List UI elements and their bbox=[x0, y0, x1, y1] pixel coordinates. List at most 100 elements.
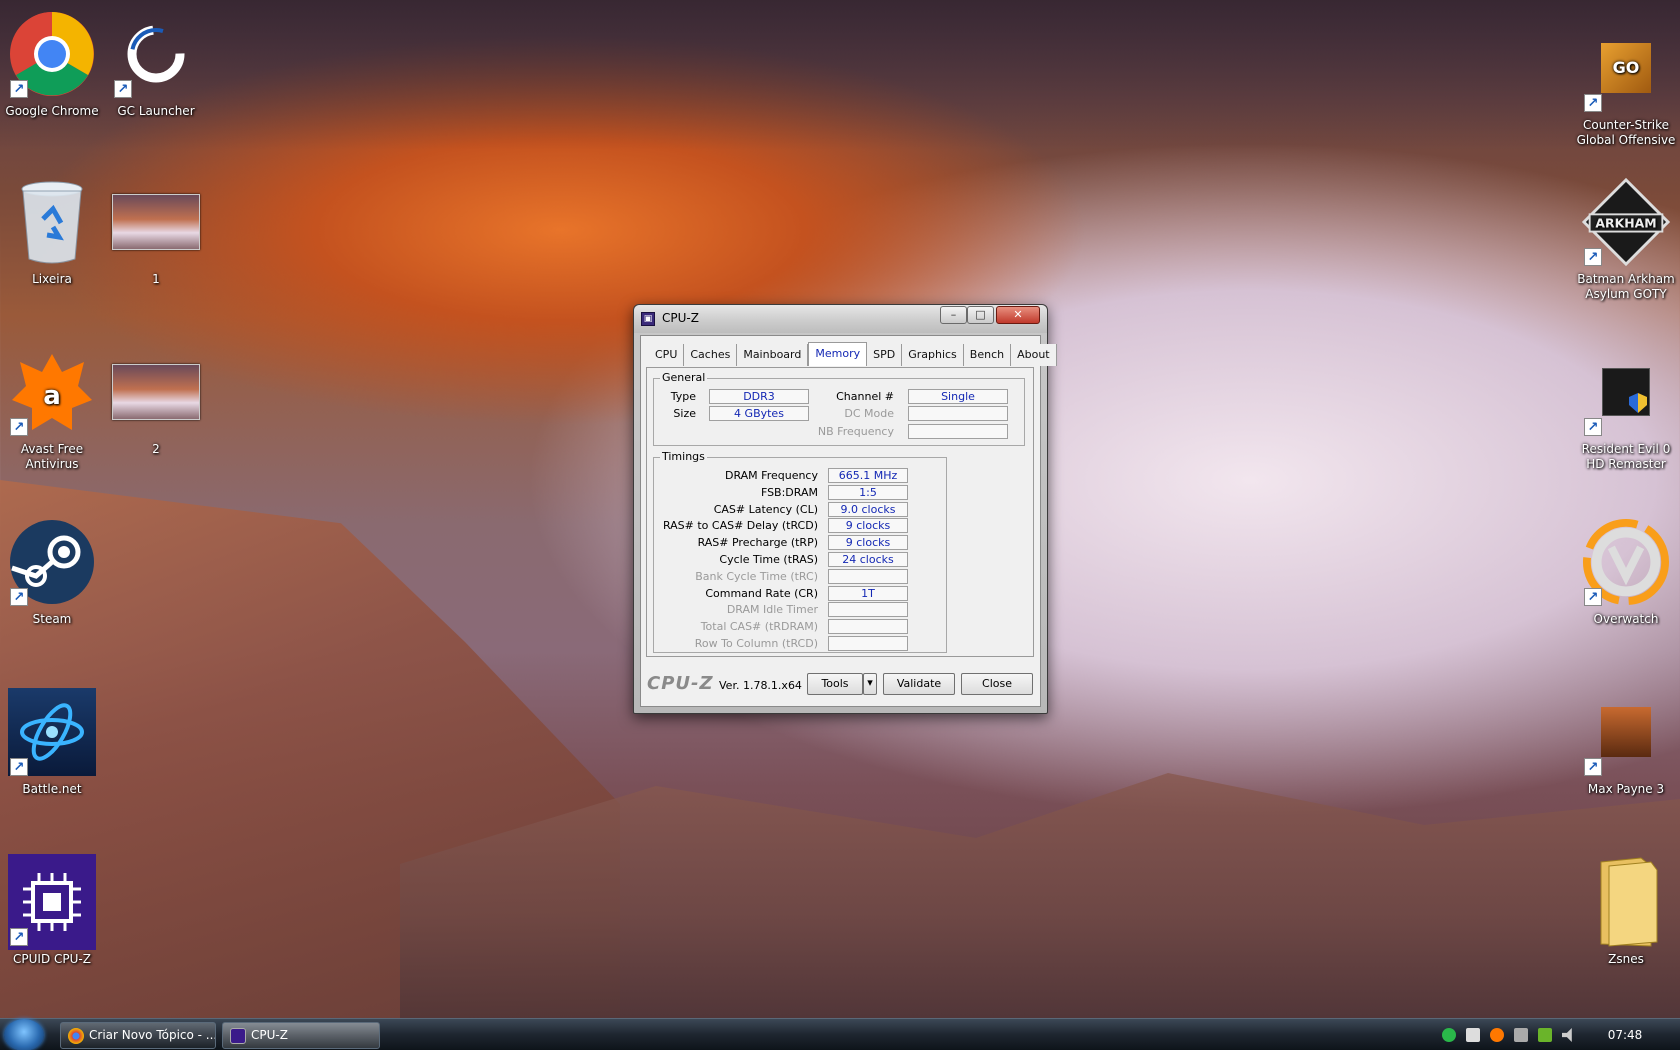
timing-label: RAS# Precharge (tRP) bbox=[697, 536, 818, 550]
taskbar: Criar Novo Tópico - ... CPU-Z 07:48 bbox=[0, 1018, 1680, 1050]
desktop-icon-label: Zsnes bbox=[1608, 952, 1644, 966]
svg-text:ARKHAM: ARKHAM bbox=[1595, 216, 1656, 231]
taskbar-item-label: Criar Novo Tópico - ... bbox=[89, 1028, 216, 1042]
timing-label: RAS# to CAS# Delay (tRCD) bbox=[662, 519, 818, 533]
desktop-icon-overwatch[interactable]: ↗ Overwatch bbox=[1574, 516, 1678, 627]
gc-launcher-icon: ↗ bbox=[112, 8, 200, 100]
desktop-icon-max-payne[interactable]: ↗ Max Payne 3 bbox=[1574, 686, 1678, 797]
tools-button[interactable]: Tools bbox=[807, 673, 863, 695]
display-icon[interactable] bbox=[1514, 1028, 1528, 1042]
size-label: Size bbox=[673, 407, 696, 420]
timing-label: Bank Cycle Time (tRC) bbox=[695, 569, 818, 583]
shortcut-arrow-icon: ↗ bbox=[1584, 418, 1602, 436]
size-value: 4 GBytes bbox=[709, 406, 809, 421]
cpuz-brand-logo: CPU-Z bbox=[647, 673, 714, 694]
maximize-button[interactable]: □ bbox=[967, 306, 994, 324]
cpuz-icon bbox=[230, 1028, 246, 1044]
version-text: Ver. 1.78.1.x64 bbox=[719, 679, 802, 692]
desktop-icon-label: Lixeira bbox=[32, 272, 72, 286]
desktop-icon-label: Battle.net bbox=[22, 782, 82, 796]
timing-label: Command Rate (CR) bbox=[705, 586, 818, 600]
network-status-icon[interactable] bbox=[1442, 1028, 1456, 1042]
desktop-icon-google-chrome[interactable]: ↗ Google Chrome bbox=[0, 8, 104, 119]
battlenet-icon: ↗ bbox=[8, 686, 96, 778]
tab-caches[interactable]: Caches bbox=[684, 344, 738, 366]
shortcut-arrow-icon: ↗ bbox=[1584, 94, 1602, 112]
taskbar-item-label: CPU-Z bbox=[251, 1028, 288, 1042]
desktop-icon-file-1[interactable]: 1 bbox=[104, 176, 208, 287]
general-group: General Type DDR3 Size 4 GBytes Channel … bbox=[653, 371, 1025, 446]
timing-label: Cycle Time (tRAS) bbox=[719, 553, 818, 566]
desktop-icon-label: Overwatch bbox=[1593, 612, 1659, 626]
taskbar-item-cpuz[interactable]: CPU-Z bbox=[222, 1022, 380, 1049]
nvidia-icon[interactable] bbox=[1538, 1028, 1552, 1042]
tab-bar: CPU Caches Mainboard Memory SPD Graphics… bbox=[649, 342, 1057, 366]
taskbar-clock[interactable]: 07:48 bbox=[1600, 1019, 1650, 1050]
steam-icon: ↗ bbox=[8, 516, 96, 608]
close-button[interactable]: Close bbox=[961, 673, 1033, 695]
max-payne-icon: ↗ bbox=[1582, 686, 1670, 778]
memory-panel: General Type DDR3 Size 4 GBytes Channel … bbox=[646, 367, 1034, 657]
channel-value: Single bbox=[908, 389, 1008, 404]
timings-group: Timings DRAM Frequency 665.1 MHz FSB:DRAM 1… bbox=[653, 450, 947, 653]
tab-memory[interactable]: Memory bbox=[808, 342, 868, 366]
shortcut-arrow-icon: ↗ bbox=[10, 418, 28, 436]
dc-mode-label: DC Mode bbox=[844, 407, 894, 420]
channel-label: Channel # bbox=[836, 390, 894, 403]
minimize-button[interactable]: – bbox=[940, 306, 967, 324]
timing-value: 24 clocks bbox=[828, 552, 908, 567]
desktop-icon-csgo[interactable]: GO ↗ Counter-Strike Global Offensive bbox=[1574, 22, 1678, 148]
timing-value: 1T bbox=[828, 585, 908, 601]
tools-dropdown-arrow-icon[interactable]: ▾ bbox=[863, 673, 877, 695]
recycle-bin-icon bbox=[8, 176, 96, 268]
cpuz-app-icon: ▣ bbox=[641, 312, 655, 326]
tab-graphics[interactable]: Graphics bbox=[902, 344, 964, 366]
timing-value bbox=[828, 619, 908, 635]
avast-tray-icon[interactable] bbox=[1490, 1028, 1504, 1042]
timing-value: 665.1 MHz bbox=[828, 468, 908, 483]
type-value: DDR3 bbox=[709, 389, 809, 404]
cpuz-icon: ↗ bbox=[8, 854, 96, 950]
timing-value bbox=[828, 568, 908, 584]
desktop-icon-avast[interactable]: a ↗ Avast Free Antivirus bbox=[0, 346, 104, 472]
desktop-icon-cpuz[interactable]: ↗ CPUID CPU-Z bbox=[0, 854, 104, 967]
desktop-icon-gc-launcher[interactable]: ↗ GC Launcher bbox=[104, 8, 208, 119]
close-window-button[interactable]: ✕ bbox=[996, 306, 1040, 324]
cpuz-footer: CPU-Z Ver. 1.78.1.x64 Tools ▾ Validate C… bbox=[641, 663, 1040, 703]
desktop-icon-recycle-bin[interactable]: Lixeira bbox=[0, 176, 104, 287]
timing-label: Total CAS# (tRDRAM) bbox=[700, 620, 818, 634]
tab-spd[interactable]: SPD bbox=[867, 344, 903, 366]
dc-mode-value bbox=[908, 406, 1008, 421]
shortcut-arrow-icon: ↗ bbox=[10, 758, 28, 776]
timing-value: 9 clocks bbox=[828, 518, 908, 534]
desktop-icon-steam[interactable]: ↗ Steam bbox=[0, 516, 104, 627]
avast-icon: a ↗ bbox=[8, 346, 96, 438]
window-title: CPU-Z bbox=[662, 311, 699, 325]
chrome-icon: ↗ bbox=[8, 8, 96, 100]
nb-frequency-value bbox=[908, 424, 1008, 439]
cpuz-window: ▣ CPU-Z – □ ✕ CPU Caches Mainboard Memor… bbox=[633, 304, 1057, 714]
volume-icon[interactable] bbox=[1562, 1028, 1572, 1042]
tab-bench[interactable]: Bench bbox=[963, 344, 1012, 366]
folder-icon bbox=[1582, 856, 1670, 948]
type-label: Type bbox=[670, 390, 696, 403]
taskbar-item-chrome[interactable]: Criar Novo Tópico - ... bbox=[60, 1022, 216, 1049]
timing-value bbox=[828, 602, 908, 618]
desktop-icon-battlenet[interactable]: ↗ Battle.net bbox=[0, 686, 104, 797]
timing-value: 1:5 bbox=[828, 484, 908, 500]
desktop-icon-resident-evil[interactable]: ↗ Resident Evil 0 HD Remaster bbox=[1574, 346, 1678, 472]
desktop-icon-zsnes[interactable]: Zsnes bbox=[1574, 856, 1678, 967]
cpuz-titlebar[interactable]: ▣ CPU-Z – □ ✕ bbox=[634, 305, 1047, 333]
shortcut-arrow-icon: ↗ bbox=[10, 588, 28, 606]
tab-cpu[interactable]: CPU bbox=[649, 344, 685, 366]
desktop-icon-file-2[interactable]: 2 bbox=[104, 346, 208, 457]
action-center-flag-icon[interactable] bbox=[1466, 1028, 1480, 1042]
desktop-icon-label: Google Chrome bbox=[5, 104, 99, 118]
cpuz-client-area: CPU Caches Mainboard Memory SPD Graphics… bbox=[640, 335, 1057, 707]
screenshot-thumbnail-icon bbox=[112, 176, 200, 268]
tab-mainboard[interactable]: Mainboard bbox=[737, 344, 809, 366]
desktop-icon-batman-arkham[interactable]: ARKHAM ↗ Batman Arkham Asylum GOTY bbox=[1574, 176, 1678, 302]
validate-button[interactable]: Validate bbox=[883, 673, 955, 695]
start-button[interactable] bbox=[4, 1019, 44, 1050]
tab-about[interactable]: About bbox=[1011, 344, 1057, 366]
